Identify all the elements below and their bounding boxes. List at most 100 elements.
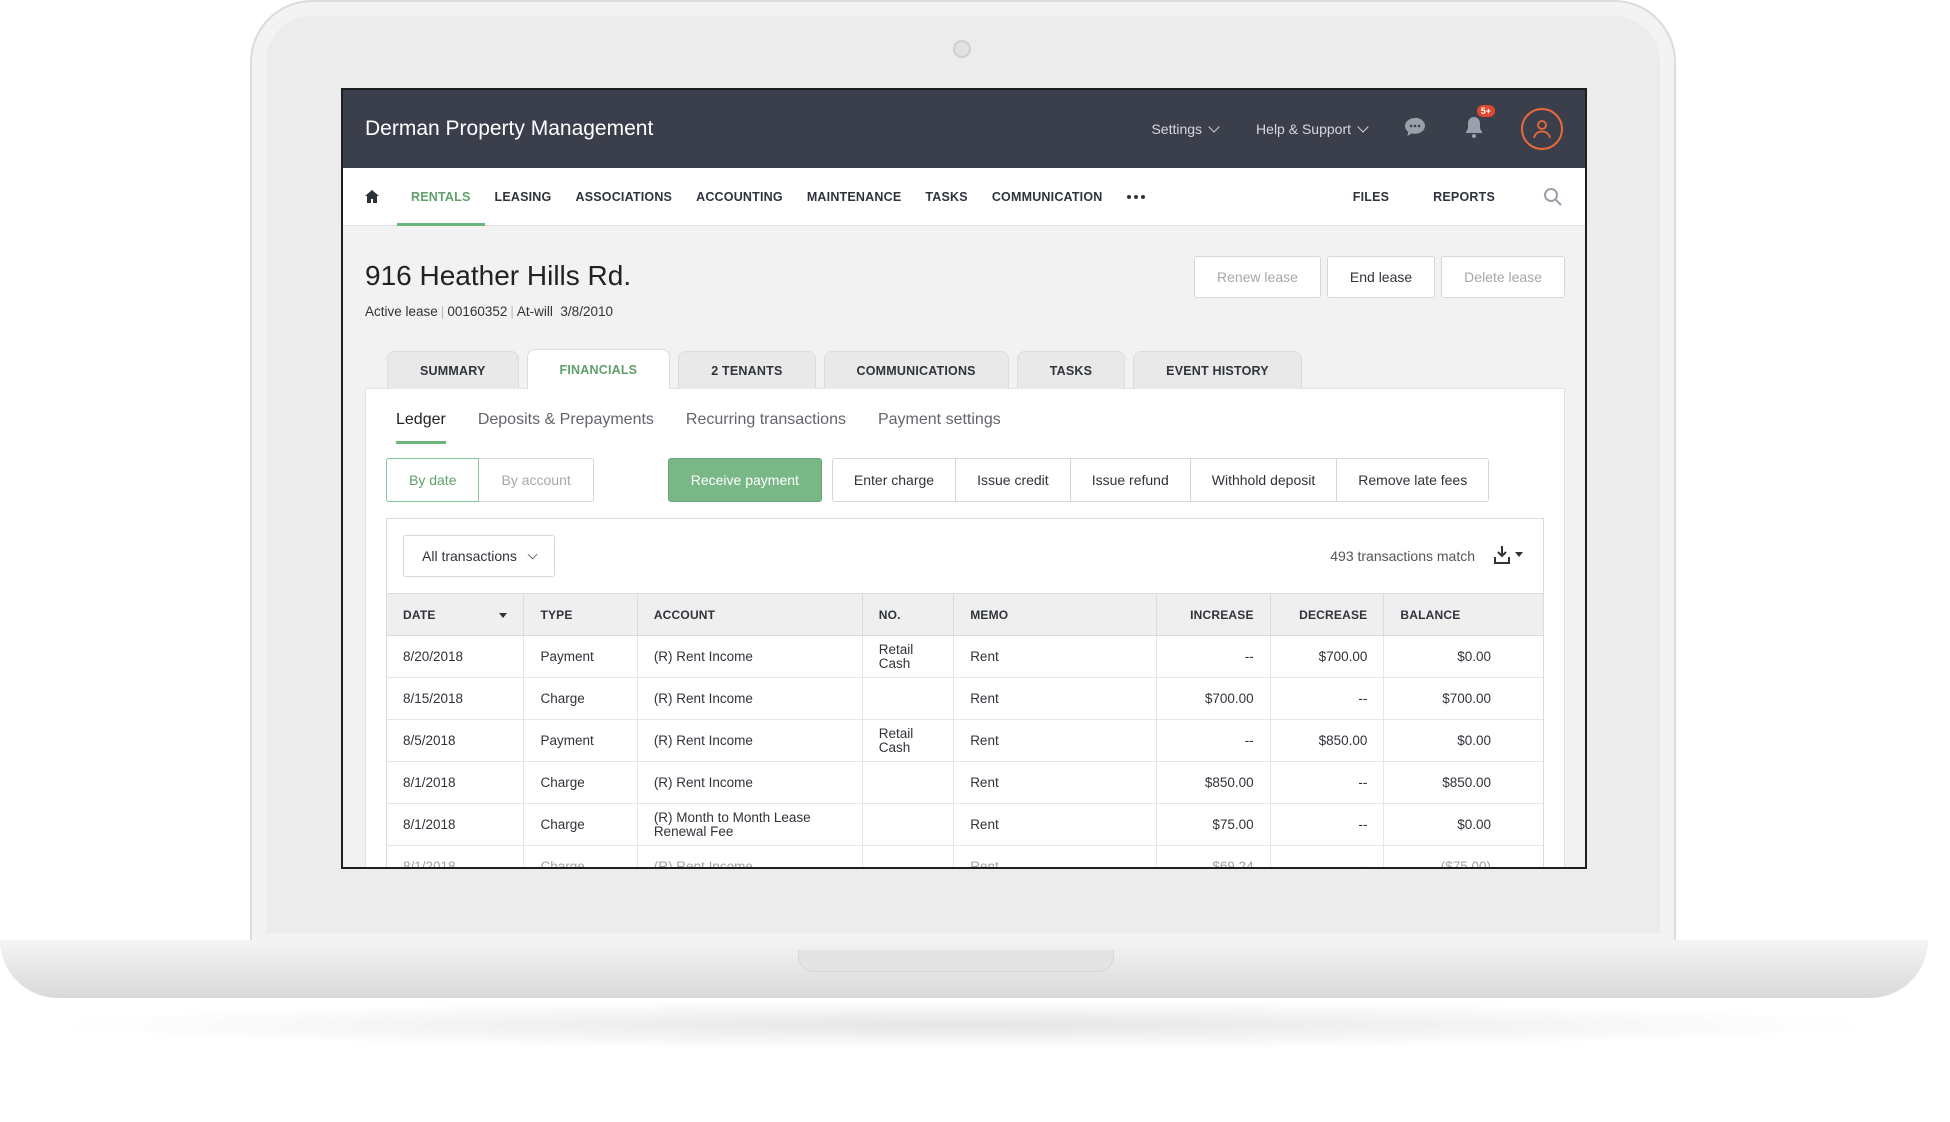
download-icon[interactable]	[1493, 544, 1525, 569]
user-icon	[1533, 120, 1551, 139]
enter-charge-button[interactable]: Enter charge	[833, 459, 955, 501]
cell-memo: Rent	[953, 677, 1158, 720]
col-increase[interactable]: INCREASE	[1156, 593, 1271, 636]
tab-financials[interactable]: FINANCIALS	[526, 349, 671, 389]
table-header-row: DATE TYPE ACCOUNT NO. MEMO INCREASE DECR…	[387, 593, 1543, 636]
end-lease-button[interactable]: End lease	[1326, 256, 1436, 298]
cell-balance: $700.00	[1383, 677, 1543, 720]
lease-tabs: SUMMARY FINANCIALS 2 TENANTS COMMUNICATI…	[365, 349, 1565, 389]
subtab-ledger[interactable]: Ledger	[396, 411, 446, 444]
col-no[interactable]: NO.	[862, 593, 955, 636]
tab-event-history[interactable]: EVENT HISTORY	[1133, 351, 1302, 389]
cell-type: Payment	[523, 635, 638, 678]
col-memo[interactable]: MEMO	[953, 593, 1158, 636]
search-icon[interactable]	[1543, 168, 1563, 226]
cell-type: Charge	[523, 803, 638, 846]
company-name[interactable]: Derman Property Management	[365, 117, 1113, 141]
cell-increase: $75.00	[1156, 803, 1271, 846]
col-type[interactable]: TYPE	[523, 593, 638, 636]
laptop-notch	[798, 950, 1114, 972]
receive-payment-button[interactable]: Receive payment	[667, 458, 822, 502]
nav-leasing[interactable]: LEASING	[495, 168, 552, 226]
table-row[interactable]: 8/20/2018 Payment (R) Rent Income Retail Ca…	[387, 635, 1543, 678]
col-decrease[interactable]: DECREASE	[1270, 593, 1385, 636]
help-support-menu[interactable]: Help & Support	[1256, 121, 1369, 137]
cell-no	[862, 761, 955, 804]
col-account[interactable]: ACCOUNT	[637, 593, 863, 636]
financial-subtabs: Ledger Deposits & Prepayments Recurring …	[386, 389, 1544, 444]
nav-rentals[interactable]: RENTALS	[397, 168, 484, 226]
table-row[interactable]: 8/1/2018 Charge (R) Month to Month Lease R…	[387, 803, 1543, 846]
table-row[interactable]: 8/1/2018 Charge (R) Rent Income Rent $850.00…	[387, 761, 1543, 804]
cell-balance: ($75.00)	[1383, 845, 1543, 867]
tab-tenants[interactable]: 2 TENANTS	[678, 351, 816, 389]
lease-number: 00160352	[447, 304, 508, 319]
user-avatar[interactable]	[1521, 108, 1563, 150]
by-date-toggle[interactable]: By date	[386, 458, 480, 502]
delete-lease-button[interactable]: Delete lease	[1441, 256, 1565, 298]
cell-decrease: --	[1270, 761, 1385, 804]
subtab-recurring[interactable]: Recurring transactions	[686, 411, 846, 444]
col-date[interactable]: DATE	[387, 593, 525, 636]
nav-associations[interactable]: ASSOCIATIONS	[575, 168, 672, 226]
cell-date: 8/15/2018	[387, 677, 525, 720]
withhold-deposit-button[interactable]: Withhold deposit	[1189, 459, 1337, 501]
chat-icon[interactable]	[1403, 116, 1427, 143]
cell-memo: Rent	[953, 845, 1158, 867]
table-row[interactable]: 8/1/2018 Charge (R) Rent Income Rent $69.24-…	[387, 845, 1543, 867]
col-balance[interactable]: BALANCE	[1383, 593, 1543, 636]
screen: Derman Property Management Settings Help…	[341, 88, 1587, 869]
cell-date: 8/20/2018	[387, 635, 525, 678]
tab-tasks[interactable]: TASKS	[1016, 351, 1126, 389]
remove-late-fees-button[interactable]: Remove late fees	[1336, 459, 1488, 501]
table-row[interactable]: 8/15/2018 Charge (R) Rent Income Rent $700.0…	[387, 677, 1543, 720]
subtab-payment-settings[interactable]: Payment settings	[878, 411, 1001, 444]
home-icon[interactable]	[365, 168, 379, 226]
cell-type: Charge	[523, 761, 638, 804]
more-icon[interactable]	[1126, 168, 1145, 226]
view-toggle: By date By account	[386, 458, 594, 502]
tab-summary[interactable]: SUMMARY	[387, 351, 519, 389]
nav-tasks[interactable]: TASKS	[925, 168, 967, 226]
match-count: 493 transactions match	[1330, 548, 1475, 564]
issue-credit-button[interactable]: Issue credit	[955, 459, 1070, 501]
by-account-toggle[interactable]: By account	[479, 459, 592, 501]
nav-files[interactable]: FILES	[1353, 168, 1389, 226]
tab-communications[interactable]: COMMUNICATIONS	[823, 351, 1009, 389]
issue-refund-button[interactable]: Issue refund	[1069, 459, 1190, 501]
cell-account: (R) Rent Income	[637, 719, 863, 762]
nav-reports[interactable]: REPORTS	[1433, 168, 1495, 226]
settings-menu[interactable]: Settings	[1151, 121, 1220, 137]
nav-accounting[interactable]: ACCOUNTING	[696, 168, 783, 226]
nav-communication[interactable]: COMMUNICATION	[992, 168, 1103, 226]
cell-date: 8/1/2018	[387, 803, 525, 846]
chevron-down-icon	[1208, 121, 1220, 133]
action-row: By date By account Receive payment Enter…	[386, 458, 1544, 502]
financials-panel: Ledger Deposits & Prepayments Recurring …	[365, 388, 1565, 867]
cell-account: (R) Rent Income	[637, 761, 863, 804]
table-row[interactable]: 8/5/2018 Payment (R) Rent Income Retail Cas…	[387, 719, 1543, 762]
cell-memo: Rent	[953, 803, 1158, 846]
cell-decrease: $850.00	[1270, 719, 1385, 762]
cell-increase: --	[1156, 719, 1271, 762]
ledger-body: 8/20/2018 Payment (R) Rent Income Retail Ca…	[387, 635, 1543, 867]
page-title: 916 Heather Hills Rd.	[365, 260, 632, 291]
renew-lease-button[interactable]: Renew lease	[1193, 256, 1321, 298]
subtab-deposits[interactable]: Deposits & Prepayments	[478, 411, 654, 444]
sort-desc-icon	[499, 612, 508, 618]
chevron-down-icon	[1357, 121, 1369, 133]
lease-term: At-will	[516, 304, 553, 319]
cell-balance: $0.00	[1383, 635, 1543, 678]
cell-increase: $700.00	[1156, 677, 1271, 720]
nav-maintenance[interactable]: MAINTENANCE	[807, 168, 902, 226]
transaction-filter-select[interactable]: All transactions	[403, 535, 555, 577]
cell-increase: $69.24	[1156, 845, 1271, 867]
cell-no: Retail Cash	[862, 635, 955, 678]
bell-icon[interactable]: 5+	[1463, 104, 1495, 144]
cell-decrease: --	[1270, 845, 1385, 867]
lease-start-date: 3/8/2010	[560, 304, 613, 319]
cell-balance: $0.00	[1383, 719, 1543, 762]
cell-no	[862, 677, 955, 720]
cell-balance: $0.00	[1383, 803, 1543, 846]
lease-meta: Active lease | 00160352 | At-will 3/8/2010	[365, 304, 613, 319]
